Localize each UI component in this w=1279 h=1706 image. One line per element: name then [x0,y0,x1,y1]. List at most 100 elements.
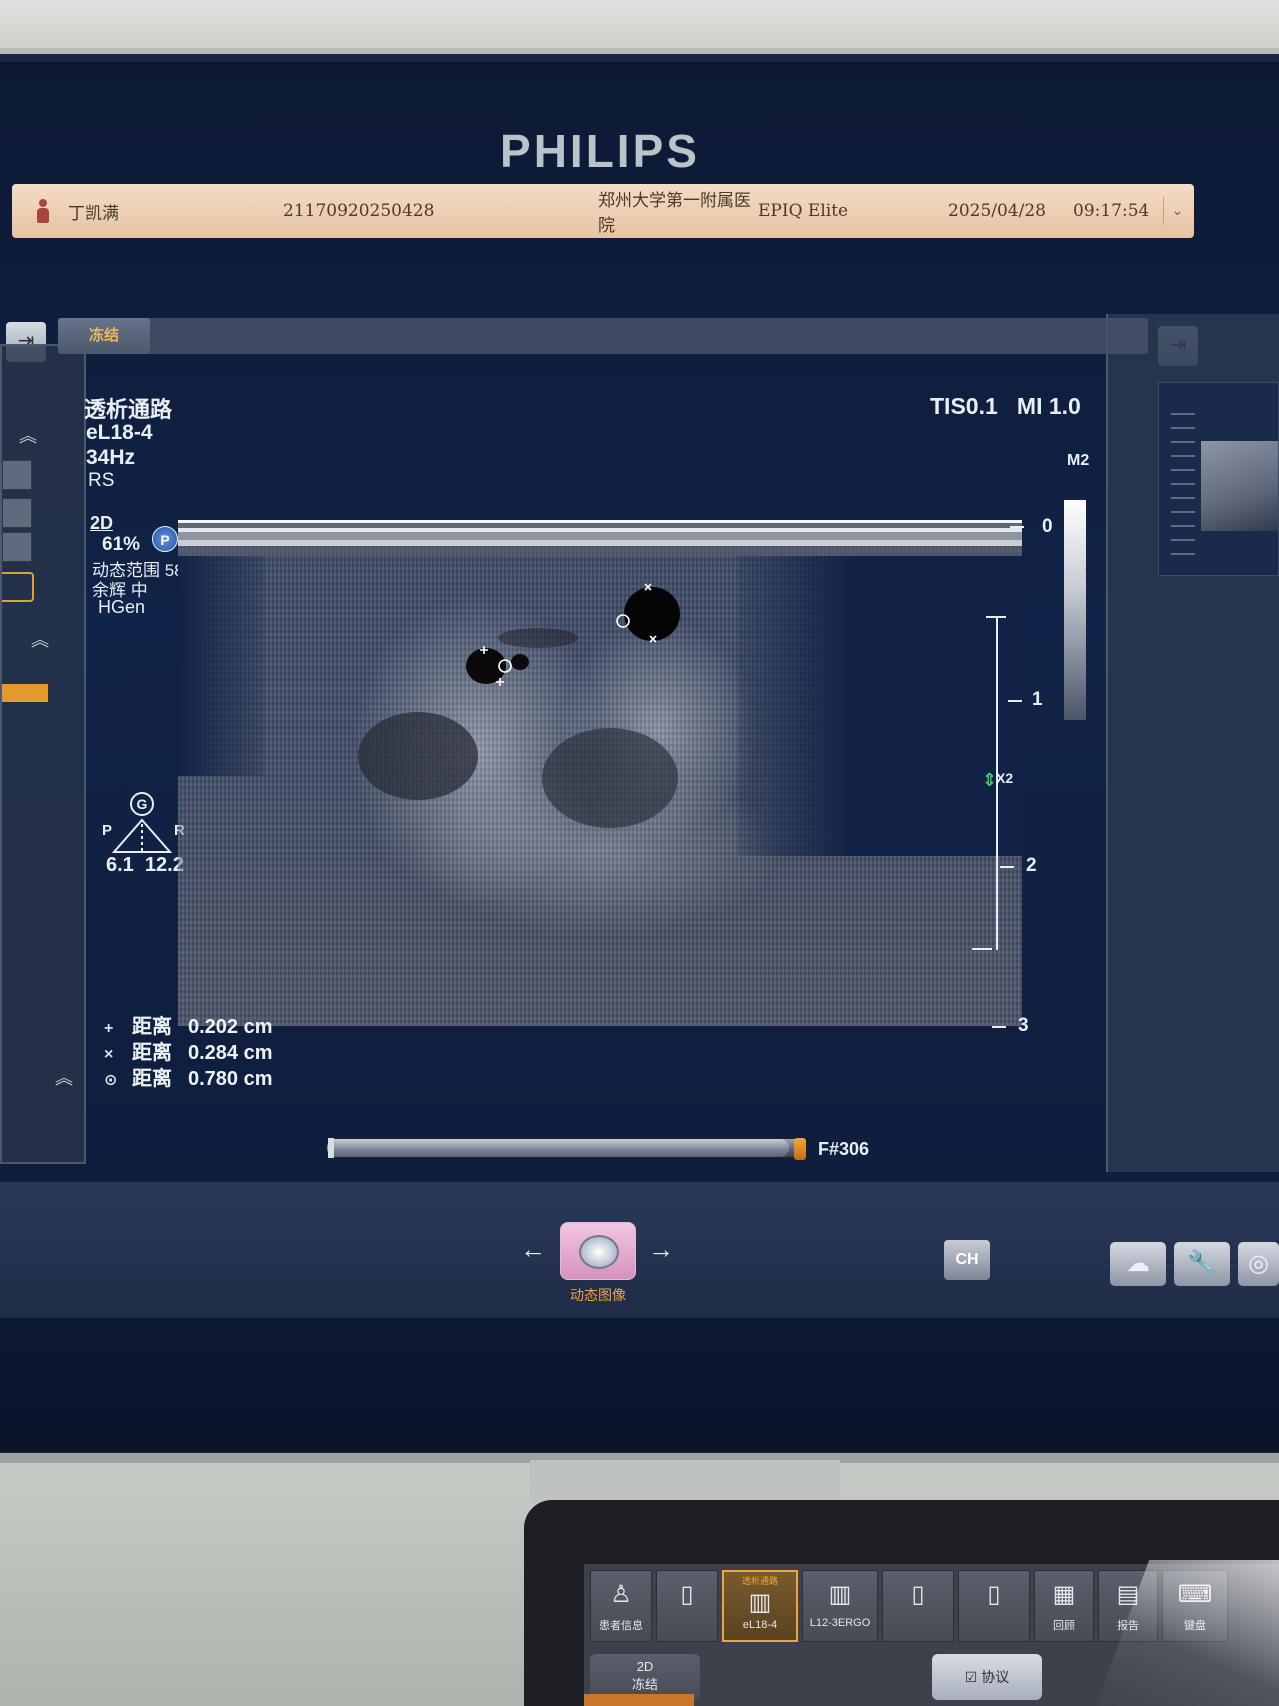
tab-strip [58,318,1148,354]
imaging-mode: 2D [90,513,114,533]
tablet-button-label: L12-3ERGO [809,1617,871,1629]
depth-tick [1000,866,1014,868]
gray-map-label: M2 [1067,452,1090,469]
depth-label: 1 [1032,689,1043,710]
person-icon: ♙ [610,1581,632,1608]
tablet-button-label: 回顾 [1053,1620,1075,1632]
thumbnail-image [1201,441,1278,531]
measurement-value: 0.202 cm [188,1016,273,1038]
tablet-active-strip [584,1694,694,1706]
tab-freeze[interactable]: 冻结 [58,318,150,354]
focal-zone-top [986,616,1006,618]
chevron-down-icon[interactable]: ⌄ [1163,197,1191,225]
panel-control[interactable] [2,532,32,562]
cine-slider-fill [327,1139,789,1157]
hospital-name: 郑州大学第一附属医院 [598,191,751,236]
arrow-left-icon[interactable]: ← [520,1234,546,1265]
probe-name: eL18-4 [86,421,153,444]
measurement-label: 距离 [132,1016,172,1038]
ch-button[interactable]: CH [944,1240,990,1280]
cloud-icon[interactable]: ☁ [1110,1242,1166,1286]
patient-name: 丁凯满 [68,203,119,224]
frame-rate: 34Hz [86,446,136,469]
harmonics-mode: HGen [98,597,146,617]
grid-icon: ▦ [1052,1581,1076,1608]
gain-value: 61% [102,534,141,555]
tablet-button-label: 患者信息 [599,1620,643,1632]
dropdown-toggle[interactable] [2,460,32,490]
collapse-up-icon[interactable]: ︽ [46,1064,82,1088]
g-badge-icon: G [130,792,154,816]
tablet-protocol-button[interactable]: ☑ 协议 [932,1654,1042,1700]
patient-id: 21170920250428 [283,201,435,221]
monitor-stand [530,1460,840,1502]
active-indicator [2,684,48,702]
focus-marker-icon[interactable]: ⇕ [982,770,997,791]
depth-tick [1008,700,1022,702]
collapse-up-icon[interactable]: ︽ [22,626,58,650]
cine-loop-label: 动态图像 [570,1287,626,1303]
exam-date: 2025/04/28 [948,201,1046,221]
exam-time: 09:17:54 [1073,201,1150,221]
left-control-panel: ︽ ︽ ︽ [0,344,86,1164]
resolution-mode: RS [88,470,115,491]
tablet-button-probe-l12-3ergo[interactable]: ▥ L12-3ERGO [802,1570,878,1642]
selected-control[interactable] [2,572,34,602]
check-icon: ☑ [964,1669,982,1685]
brand-logo: PHILIPS [500,125,700,177]
blank-slot-icon: ▯ [680,1581,694,1608]
linear-probe-icon: ▥ [828,1581,852,1608]
tablet-button-patient[interactable]: ♙ 患者信息 [590,1570,652,1642]
cine-loop-icon [579,1235,619,1269]
depth-tick [1010,526,1024,528]
gray-scale-bar [1064,500,1086,720]
system-model: EPIQ Elite [758,201,849,221]
orientation-values: 6.1 12.2 [106,854,184,876]
cine-end-handle[interactable] [794,1138,806,1160]
measurement-row: × 距离 0.284 cm [104,1036,273,1065]
measurement-row: ⊙ 距离 0.780 cm [104,1062,273,1091]
tablet-button-empty[interactable]: ▯ [882,1570,954,1642]
orientation-left-label: P [102,822,113,839]
exam-preset: 透析通路 [84,397,173,422]
depth-label: 2 [1026,855,1037,876]
arrow-right-icon[interactable]: → [648,1234,674,1265]
orientation-triangle-icon [112,818,172,853]
depth-tick [992,1026,1006,1028]
disc-icon[interactable]: ◎ [1238,1242,1279,1286]
panel-control[interactable] [2,498,32,528]
image-thumbnail[interactable] [1158,382,1279,576]
collapse-up-icon[interactable]: ︽ [10,422,46,446]
measurement-row: + 距离 0.202 cm [104,1010,273,1039]
tablet-button-sublabel: 透析通路 [741,1576,778,1586]
tablet-protocol-label: 协议 [981,1669,1010,1685]
tablet-button-label: eL18-4 [742,1619,778,1631]
tablet-button-probe-el18-4[interactable]: 透析通路 ▥ eL18-4 [722,1570,798,1642]
patient-bar[interactable]: 丁凯满 21170920250428 郑州大学第一附属医院 EPIQ Elite… [12,184,1194,238]
frame-number: F#306 [818,1139,870,1159]
cine-start-handle[interactable] [328,1138,334,1158]
blank-slot-icon: ▯ [987,1581,1001,1608]
blank-slot-icon: ▯ [911,1581,925,1608]
cine-slider[interactable] [326,1138,804,1158]
measurement-label: 距离 [132,1068,172,1090]
patient-icon [36,199,50,223]
tablet-button-review[interactable]: ▦ 回顾 [1034,1570,1094,1642]
cine-loop-button[interactable] [560,1222,636,1280]
measurement-value: 0.284 cm [188,1042,273,1064]
ultrasound-image[interactable] [178,520,1022,1026]
linear-probe-icon: ▥ [748,1589,772,1616]
circle-marker-icon: ⊙ [104,1072,118,1089]
focus-label: X2 [996,770,1014,786]
measurement-value: 0.780 cm [188,1068,273,1090]
thumbnail-annotations [1171,413,1195,563]
tablet-button-empty[interactable]: ▯ [656,1570,718,1642]
wrench-icon[interactable]: 🔧 [1174,1242,1230,1286]
focal-zone-bottom [972,948,992,950]
tis-mi-readout: TIS0.1 MI 1.0 [930,393,1081,419]
tablet-button-empty[interactable]: ▯ [958,1570,1030,1642]
anatomy-overlay [358,583,680,828]
measurement-label: 距离 [132,1042,172,1064]
depth-label: 0 [1042,516,1053,537]
depth-label: 3 [1018,1015,1029,1036]
